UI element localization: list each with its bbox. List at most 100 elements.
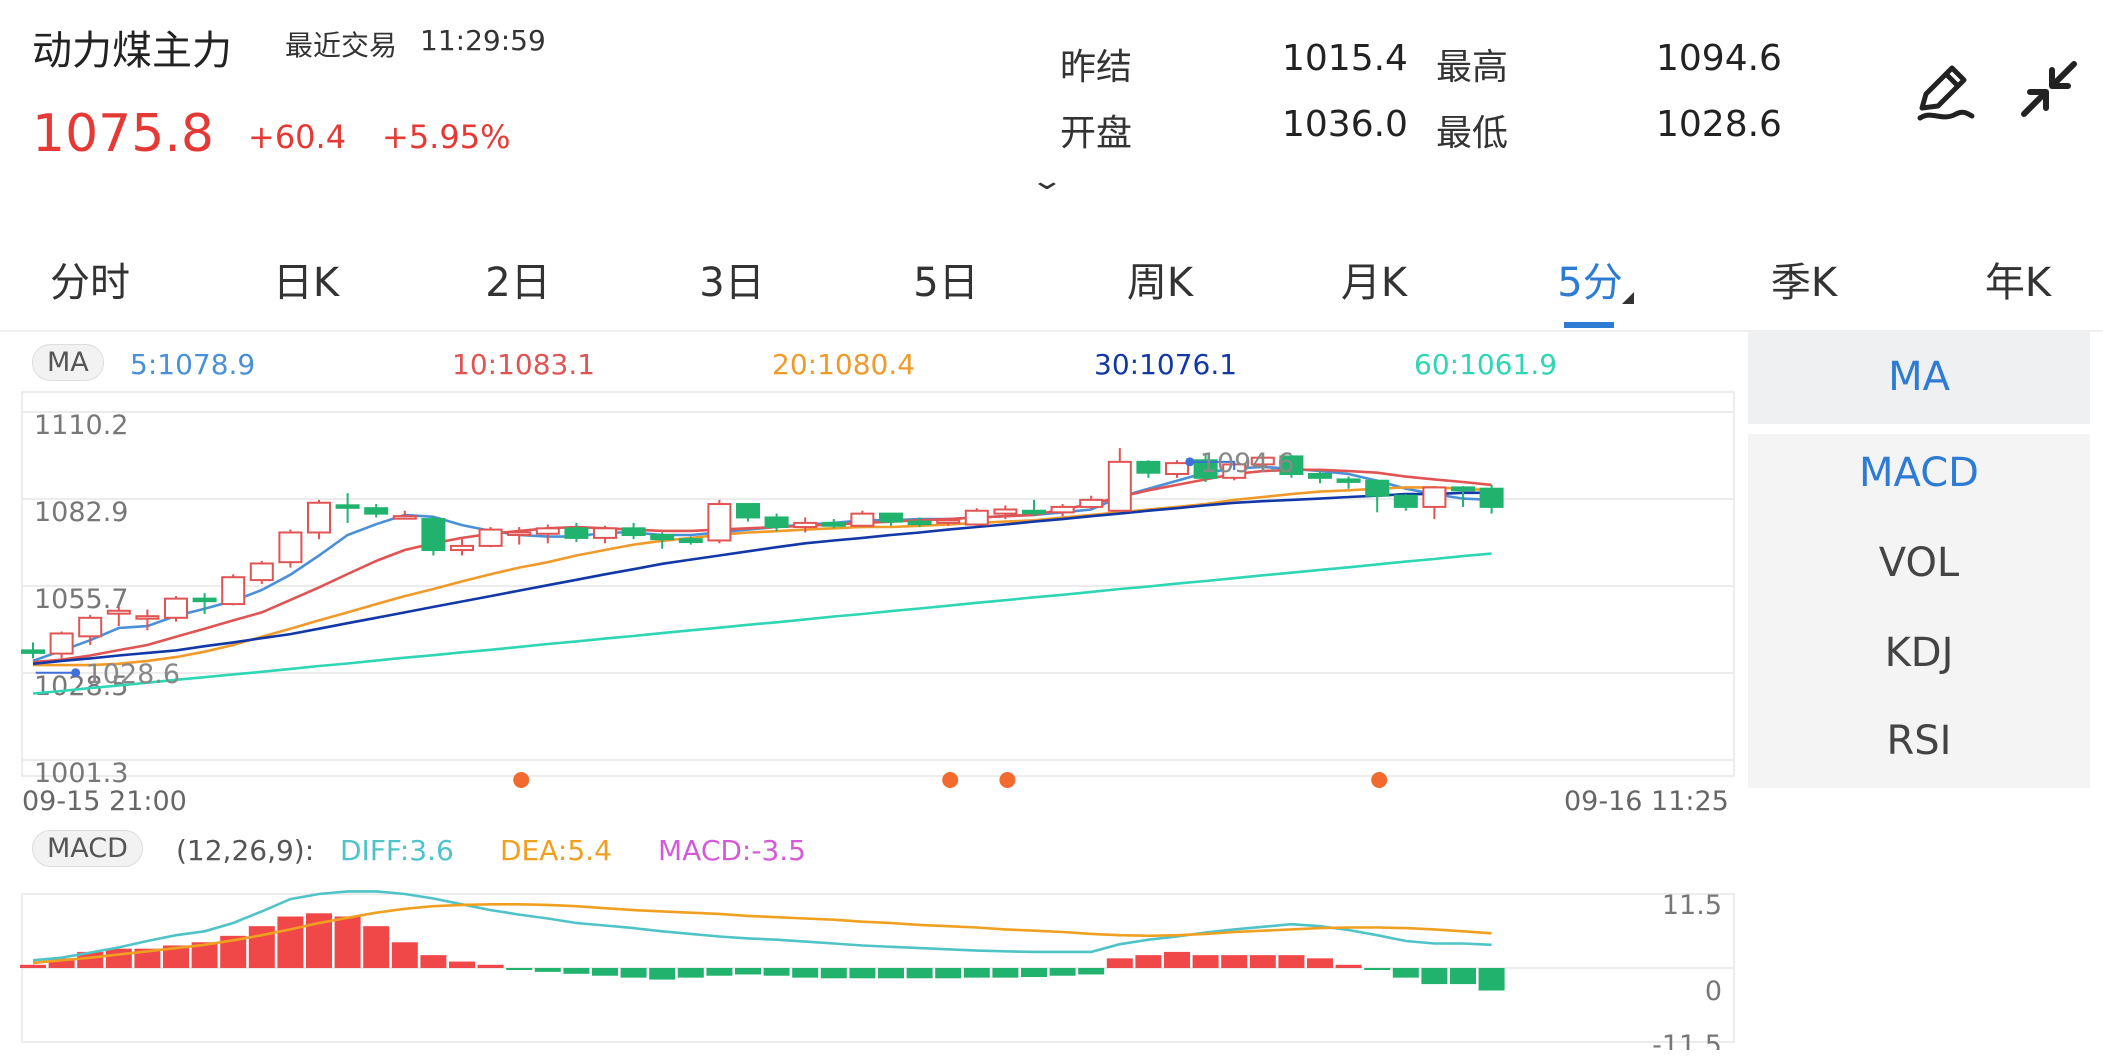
x-axis-end: 09-16 11:25 xyxy=(1564,786,1729,817)
x-axis-start: 09-15 21:00 xyxy=(22,786,187,817)
y-tick-label: 1001.3 xyxy=(34,758,128,789)
low-price-label: 1028.6 xyxy=(86,659,180,690)
kline-chart[interactable]: 1110.21082.91055.71028.51001.31094.61028… xyxy=(0,380,1748,790)
macd-bar xyxy=(20,964,46,968)
signal-dot xyxy=(1371,772,1388,788)
price-change-percent: +5.95% xyxy=(382,118,511,156)
candle-body xyxy=(736,503,760,519)
macd-bar xyxy=(391,942,418,968)
ma30-legend: 30:1076.1 xyxy=(1094,348,1238,381)
macd-bar xyxy=(1192,955,1219,968)
candle-body xyxy=(964,509,989,526)
dropdown-triangle-icon[interactable] xyxy=(1620,290,1636,310)
candle-body xyxy=(593,527,617,539)
ma10-legend: 10:1083.1 xyxy=(452,348,596,381)
tab-5-day[interactable]: 5日 xyxy=(913,250,978,308)
candle-body xyxy=(1165,462,1189,475)
candle-body xyxy=(879,512,903,523)
candle-body xyxy=(1050,505,1075,514)
stat-value-prev-settle: 1015.4 xyxy=(1282,38,1408,79)
macd-bar xyxy=(277,916,304,968)
low-marker-dot xyxy=(71,668,81,678)
candle-body xyxy=(49,632,74,655)
macd-bar xyxy=(534,968,561,972)
candle-body xyxy=(421,518,446,552)
macd-diff-legend: DIFF:3.6 xyxy=(340,834,454,867)
candle-body xyxy=(993,508,1018,515)
macd-bar xyxy=(334,916,361,968)
chart-frame xyxy=(21,391,1735,777)
tab-weekly-k[interactable]: 周K xyxy=(1127,250,1193,308)
candle-body xyxy=(478,528,503,547)
macd-bar xyxy=(1307,958,1333,968)
candle-body xyxy=(278,531,303,564)
side-item-ma[interactable]: MA xyxy=(1748,354,2090,400)
macd-bar xyxy=(449,961,475,968)
tab-daily-k[interactable]: 日K xyxy=(273,250,339,308)
tab-2-day[interactable]: 2日 xyxy=(485,250,550,308)
candle-body xyxy=(764,516,789,529)
side-item-macd[interactable]: MACD xyxy=(1748,450,2090,496)
macd-bar xyxy=(506,968,533,970)
expand-chevron-icon[interactable]: ⌄ xyxy=(1029,166,1064,196)
candle-body xyxy=(249,562,274,582)
candle-body xyxy=(1422,486,1447,508)
macd-bar xyxy=(592,968,618,976)
macd-dea-legend: DEA:5.4 xyxy=(500,834,612,867)
signal-dot xyxy=(999,772,1016,788)
active-tab-indicator xyxy=(1564,322,1614,328)
macd-bar xyxy=(1078,968,1105,975)
candle-body xyxy=(1308,472,1332,479)
side-item-rsi[interactable]: RSI xyxy=(1748,718,2090,764)
candle-body xyxy=(650,534,675,541)
candle-body xyxy=(507,531,532,537)
tab-5-min[interactable]: 5分 xyxy=(1557,250,1622,308)
macd-bar xyxy=(992,968,1019,978)
stat-label-open: 开盘 xyxy=(1060,113,1133,154)
macd-bar xyxy=(649,968,676,980)
macd-bar xyxy=(706,968,733,976)
macd-bar xyxy=(1106,958,1133,968)
macd-bar xyxy=(620,968,647,978)
tab-monthly-k[interactable]: 月K xyxy=(1341,250,1407,308)
candle-body xyxy=(621,527,646,537)
ma5-legend: 5:1078.9 xyxy=(130,348,256,381)
candle-body xyxy=(335,504,360,509)
ma20-legend: 20:1080.4 xyxy=(772,348,916,381)
macd-bar xyxy=(1221,955,1248,968)
stat-label-high: 最高 xyxy=(1436,47,1509,88)
macd-params: (12,26,9): xyxy=(176,834,315,867)
macd-indicator-pill[interactable]: MACD xyxy=(32,830,143,867)
macd-y-tick: 0 xyxy=(1705,976,1722,1007)
candle-body xyxy=(192,597,217,603)
macd-bar xyxy=(105,948,132,968)
macd-bar xyxy=(420,955,447,968)
macd-chart[interactable]: 11.5 0 -11.5 xyxy=(0,880,1748,1050)
indicator-side-menu: MA MACD VOL KDJ RSI xyxy=(1748,332,2090,788)
pencil-icon[interactable] xyxy=(1912,58,1978,124)
tab-intraday[interactable]: 分时 xyxy=(50,250,130,308)
candle-body xyxy=(850,512,875,527)
macd-bar xyxy=(763,968,790,976)
macd-bar xyxy=(1278,955,1305,968)
macd-bar xyxy=(1049,968,1076,976)
shrink-arrows-icon[interactable] xyxy=(2016,56,2082,122)
candle-body xyxy=(364,507,389,515)
last-trade-label: 最近交易 xyxy=(285,29,398,62)
stat-label-prev-settle: 昨结 xyxy=(1060,47,1133,88)
macd-bar xyxy=(477,964,504,968)
macd-bar xyxy=(906,968,933,979)
candle-body xyxy=(450,544,474,552)
candle-body xyxy=(21,649,45,654)
macd-value-legend: MACD:-3.5 xyxy=(658,834,806,867)
tab-3-day[interactable]: 3日 xyxy=(699,250,764,308)
side-item-kdj[interactable]: KDJ xyxy=(1748,630,2090,676)
candle-body xyxy=(135,615,160,620)
side-item-vol[interactable]: VOL xyxy=(1748,540,2090,586)
candle-body xyxy=(1365,479,1390,497)
tab-yearly-k[interactable]: 年K xyxy=(1985,250,2051,308)
tab-quarterly-k[interactable]: 季K xyxy=(1771,250,1837,308)
ma-indicator-pill[interactable]: MA xyxy=(32,344,104,381)
candle-body xyxy=(307,501,331,534)
candle-body xyxy=(707,503,732,542)
